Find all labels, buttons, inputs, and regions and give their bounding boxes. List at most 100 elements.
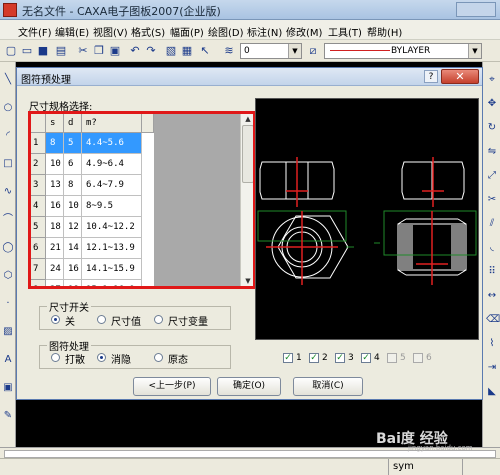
pencil-tool-icon[interactable]: ✎: [2, 410, 14, 422]
print-icon[interactable]: ▤: [54, 44, 68, 58]
cancel-button[interactable]: 取消(C): [293, 377, 363, 396]
radio-hide[interactable]: [97, 353, 106, 362]
block-tool-icon[interactable]: ▣: [2, 382, 14, 394]
radio-off[interactable]: [51, 315, 60, 324]
menu-dimension[interactable]: 标注(N): [247, 24, 282, 39]
snap-tool-icon[interactable]: ⌖: [486, 74, 498, 86]
table-cell[interactable]: 12.1~13.9: [82, 238, 142, 259]
hatch-tool-icon[interactable]: ▨: [2, 326, 14, 338]
move-tool-icon[interactable]: ✥: [486, 98, 498, 110]
image-icon[interactable]: ▧: [164, 44, 178, 58]
arc-tool-icon[interactable]: ◜: [2, 130, 14, 142]
row-header[interactable]: 7: [30, 259, 46, 280]
column-header-s[interactable]: s: [46, 113, 64, 133]
cut-icon[interactable]: ✂: [76, 44, 90, 58]
layer-icon[interactable]: ≋: [222, 44, 236, 58]
table-cell[interactable]: 24: [46, 259, 64, 280]
line-tool-icon[interactable]: ╲: [2, 74, 14, 86]
table-cell[interactable]: 10.4~12.2: [82, 217, 142, 238]
radio-off-label[interactable]: 关: [65, 313, 75, 328]
save-icon[interactable]: ■: [36, 44, 50, 58]
prev-step-button[interactable]: <上一步(P): [133, 377, 211, 396]
radio-explode-label[interactable]: 打散: [65, 351, 85, 366]
menu-sheet[interactable]: 幅面(P): [170, 24, 204, 39]
menu-help[interactable]: 帮助(H): [367, 24, 402, 39]
table-cell[interactable]: 13: [46, 175, 64, 196]
table-cell[interactable]: 10: [46, 154, 64, 175]
table-cell[interactable]: 6.4~7.9: [82, 175, 142, 196]
linetype-icon[interactable]: ⧄: [306, 44, 320, 58]
table-cell[interactable]: 6: [64, 154, 82, 175]
view-1-checkbox[interactable]: ✓: [283, 353, 293, 363]
help-button[interactable]: ?: [424, 70, 438, 83]
table-cell[interactable]: 16: [46, 196, 64, 217]
table-cell[interactable]: 8~9.5: [82, 196, 142, 217]
table-icon[interactable]: ▦: [180, 44, 194, 58]
table-cell[interactable]: 4.9~6.4: [82, 154, 142, 175]
menu-modify[interactable]: 修改(M): [286, 24, 322, 39]
menu-draw[interactable]: 绘图(D): [208, 24, 244, 39]
undo-icon[interactable]: ↶: [128, 44, 142, 58]
view-5-checkbox[interactable]: [387, 353, 397, 363]
open-file-icon[interactable]: ▭: [20, 44, 34, 58]
table-cell[interactable]: 8: [46, 133, 64, 154]
row-header[interactable]: 2: [30, 154, 46, 175]
rect-tool-icon[interactable]: □: [2, 158, 14, 170]
ok-button[interactable]: 确定(O): [217, 377, 281, 396]
radio-size-variable-label[interactable]: 尺寸变量: [168, 313, 208, 328]
spline-tool-icon[interactable]: ∿: [2, 186, 14, 198]
scroll-up-icon[interactable]: ▲: [241, 113, 254, 125]
row-header[interactable]: 3: [30, 175, 46, 196]
linetype-select[interactable]: BYLAYER ▼: [324, 43, 482, 59]
radio-size-value[interactable]: [97, 315, 106, 324]
scroll-thumb[interactable]: [242, 125, 254, 183]
menu-format[interactable]: 格式(S): [131, 24, 165, 39]
radio-original-label[interactable]: 原态: [168, 351, 188, 366]
paste-icon[interactable]: ▣: [108, 44, 122, 58]
table-cell[interactable]: 18: [46, 217, 64, 238]
point-tool-icon[interactable]: ·: [2, 298, 14, 310]
radio-explode[interactable]: [51, 353, 60, 362]
menu-edit[interactable]: 编辑(E): [55, 24, 89, 39]
radio-hide-label[interactable]: 消隐: [111, 351, 131, 366]
radio-size-value-label[interactable]: 尺寸值: [111, 313, 141, 328]
view-4-checkbox[interactable]: ✓: [361, 353, 371, 363]
window-controls[interactable]: [456, 2, 496, 17]
table-cell[interactable]: 10: [64, 196, 82, 217]
table-cell[interactable]: 21: [46, 238, 64, 259]
array-tool-icon[interactable]: ⠿: [486, 266, 498, 278]
table-cell[interactable]: 16: [64, 259, 82, 280]
new-file-icon[interactable]: ▢: [4, 44, 18, 58]
table-cell[interactable]: 14.1~15.9: [82, 259, 142, 280]
break-tool-icon[interactable]: ⌇: [486, 338, 498, 350]
close-button[interactable]: ✕: [441, 69, 479, 84]
mirror-tool-icon[interactable]: ⇋: [486, 146, 498, 158]
polygon-tool-icon[interactable]: ⬡: [2, 270, 14, 282]
table-cell[interactable]: 12: [64, 217, 82, 238]
radio-original[interactable]: [154, 353, 163, 362]
row-header[interactable]: 4: [30, 196, 46, 217]
trim-tool-icon[interactable]: ✂: [486, 194, 498, 206]
size-spec-table[interactable]: s d m? 1 8 5 4.4~5.6 2 10 6 4.9~6.4 3 13…: [29, 112, 255, 288]
row-header[interactable]: 8: [30, 280, 46, 287]
extend-tool-icon[interactable]: ⇥: [486, 362, 498, 374]
radio-size-variable[interactable]: [154, 315, 163, 324]
table-cell[interactable]: 27: [46, 280, 64, 287]
row-header[interactable]: 1: [30, 133, 46, 154]
stretch-tool-icon[interactable]: ↔: [486, 290, 498, 302]
menu-view[interactable]: 视图(V): [93, 24, 128, 39]
circle-tool-icon[interactable]: ○: [2, 102, 14, 114]
polyline-tool-icon[interactable]: ⌒: [2, 214, 14, 226]
table-cell[interactable]: 5: [64, 133, 82, 154]
redo-icon[interactable]: ↷: [144, 44, 158, 58]
table-cell[interactable]: 8: [64, 175, 82, 196]
text-tool-icon[interactable]: A: [2, 354, 14, 366]
column-header-d[interactable]: d: [64, 113, 82, 133]
layer-select[interactable]: 0 ▼: [240, 43, 302, 59]
scroll-down-icon[interactable]: ▼: [241, 275, 254, 287]
copy-icon[interactable]: ❐: [92, 44, 106, 58]
table-cell[interactable]: 4.4~5.6: [82, 133, 142, 154]
view-2-checkbox[interactable]: ✓: [309, 353, 319, 363]
column-header-m[interactable]: m?: [82, 113, 142, 133]
rotate-tool-icon[interactable]: ↻: [486, 122, 498, 134]
